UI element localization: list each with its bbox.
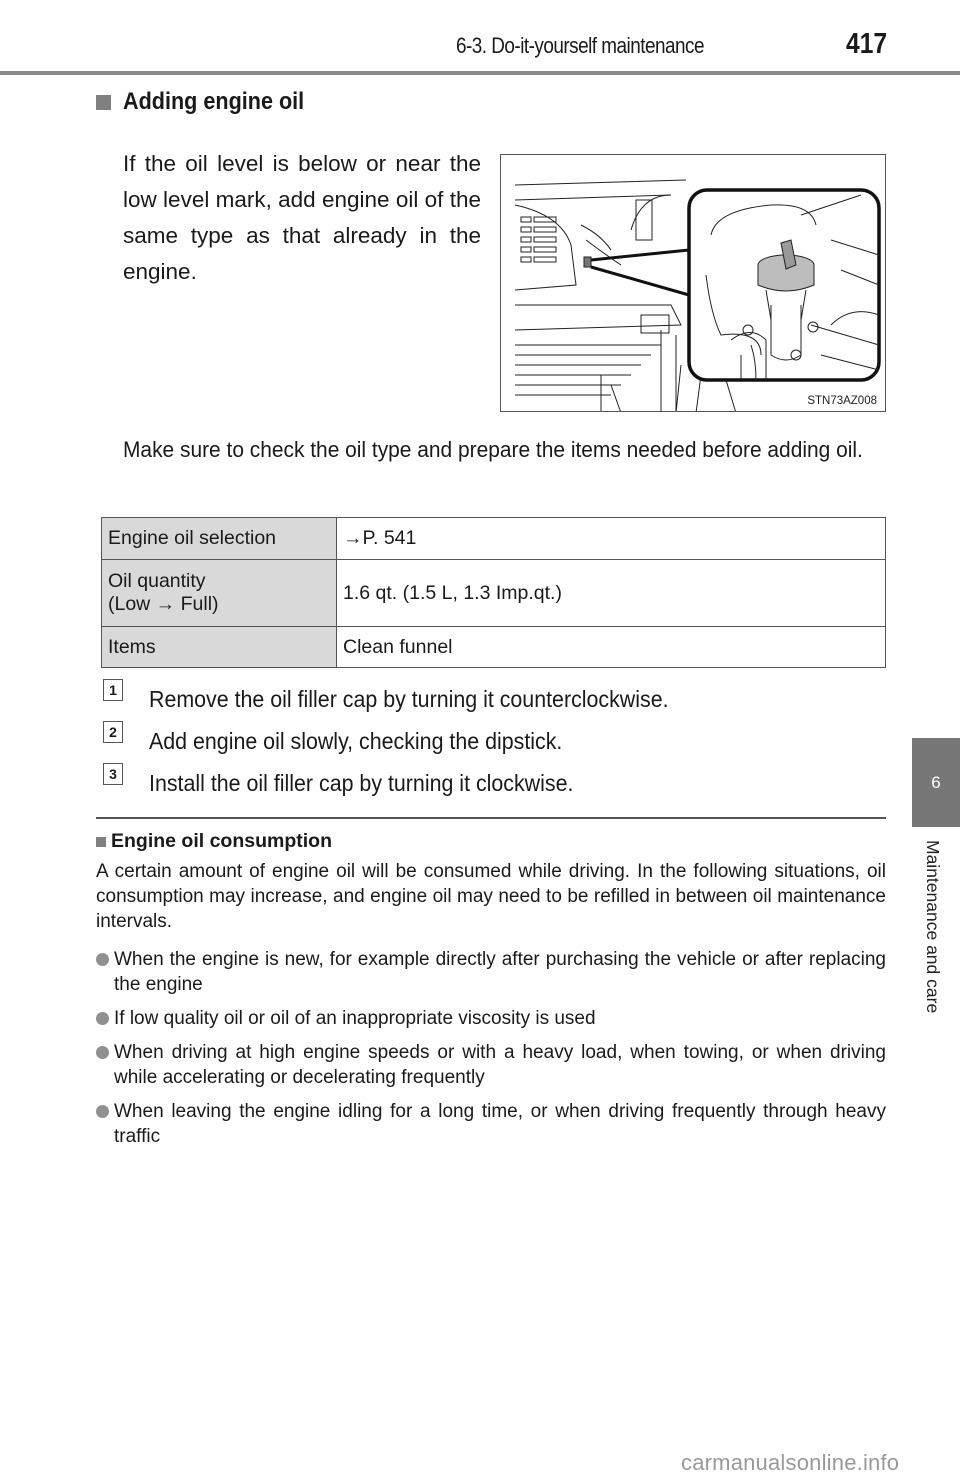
spec-label-line: Oil quantity	[108, 570, 206, 592]
bullet-dot-icon	[96, 1012, 109, 1025]
engine-bay-illustration-icon	[514, 179, 881, 411]
bullet-text: If low quality oil or oil of an inapprop…	[114, 1008, 596, 1029]
bullet-dot-icon	[96, 953, 109, 966]
table-row: Items Clean funnel	[101, 626, 886, 668]
spec-value-link[interactable]: →P. 541	[336, 517, 886, 560]
step-item: 2 Add engine oil slowly, checking the di…	[103, 720, 708, 762]
list-item: When leaving the engine idling for a lon…	[96, 1099, 886, 1149]
bullet-dot-icon	[96, 1046, 109, 1059]
section-divider	[96, 817, 886, 819]
subsection-heading-text: Engine oil consumption	[111, 830, 332, 852]
table-row: Engine oil selection →P. 541	[101, 517, 886, 560]
spec-label: Items	[101, 626, 337, 668]
spec-label-line: (Low → Full)	[108, 593, 219, 615]
subsection-heading: Engine oil consumption	[96, 830, 332, 853]
list-item: If low quality oil or oil of an inapprop…	[96, 1006, 886, 1031]
bullet-text: When driving at high engine speeds or wi…	[114, 1042, 886, 1088]
watermark: carmanualsonline.info	[681, 1450, 900, 1475]
intro-paragraph: If the oil level is below or near the lo…	[123, 151, 481, 284]
step-number-badge: 1	[103, 679, 123, 701]
spec-label: Engine oil selection	[101, 517, 337, 560]
figure-id: STN73AZ008	[807, 395, 877, 407]
section-heading: Adding engine oil	[96, 88, 324, 116]
page-number: 417	[846, 28, 888, 60]
bullet-text: When leaving the engine idling for a lon…	[114, 1101, 886, 1147]
heading-square-icon	[96, 94, 111, 110]
consumption-bullets: When the engine is new, for example dire…	[96, 947, 886, 1158]
step-number-badge: 3	[103, 763, 123, 785]
list-item: When driving at high engine speeds or wi…	[96, 1040, 886, 1090]
table-row: Oil quantity (Low → Full) 1.6 qt. (1.5 L…	[101, 559, 886, 627]
spec-label: Oil quantity (Low → Full)	[101, 559, 337, 627]
list-item: When the engine is new, for example dire…	[96, 947, 886, 997]
heading-square-icon	[96, 836, 106, 847]
preparation-note: Make sure to check the oil type and prep…	[123, 437, 863, 462]
step-item: 3 Install the oil filler cap by turning …	[103, 762, 708, 804]
consumption-paragraph: A certain amount of engine oil will be c…	[96, 861, 886, 932]
step-text: Remove the oil filler cap by turning it …	[149, 685, 669, 712]
oil-spec-table: Engine oil selection →P. 541 Oil quantit…	[101, 517, 886, 668]
bullet-text: When the engine is new, for example dire…	[114, 949, 886, 995]
step-text: Install the oil filler cap by turning it…	[149, 769, 574, 796]
chapter-title: Maintenance and care	[923, 840, 943, 1014]
chapter-tab[interactable]: 6	[912, 738, 960, 827]
bullet-dot-icon	[96, 1105, 109, 1118]
procedure-steps: 1 Remove the oil filler cap by turning i…	[103, 678, 708, 804]
step-item: 1 Remove the oil filler cap by turning i…	[103, 678, 708, 720]
spec-value: 1.6 qt. (1.5 L, 1.3 Imp.qt.)	[336, 559, 886, 627]
oil-filler-cap-figure: STN73AZ008	[500, 154, 886, 412]
step-text: Add engine oil slowly, checking the dips…	[149, 727, 563, 754]
step-number-badge: 2	[103, 721, 123, 743]
header-rule	[0, 71, 960, 75]
spec-value: Clean funnel	[336, 626, 886, 668]
section-heading-text: Adding engine oil	[123, 88, 305, 115]
running-header-section: 6-3. Do-it-yourself maintenance	[456, 33, 704, 58]
